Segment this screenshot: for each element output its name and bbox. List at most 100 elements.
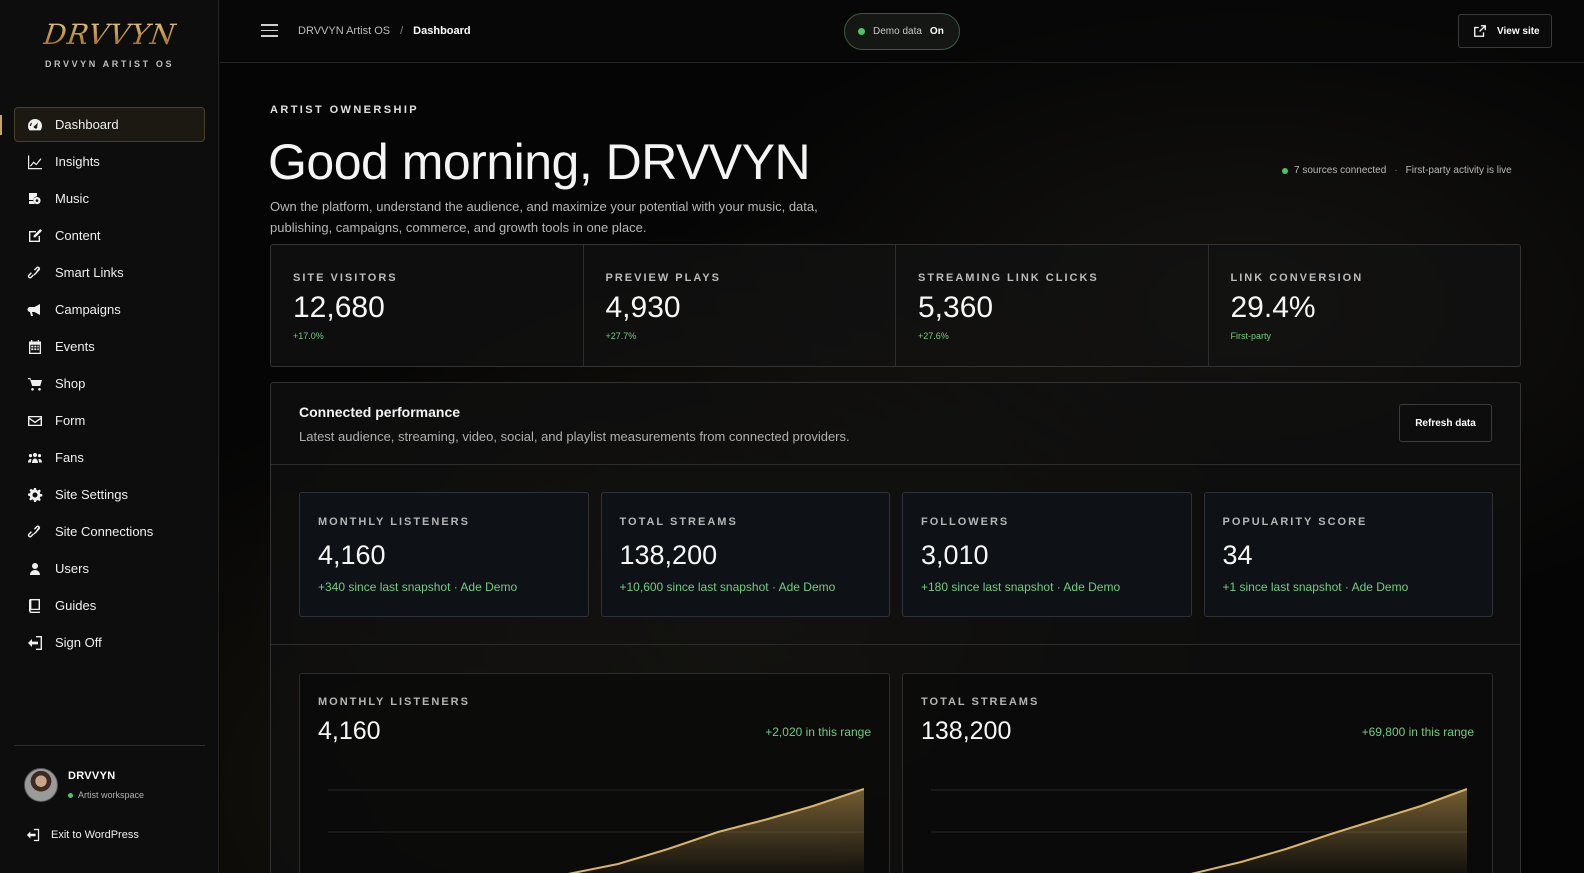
insights-icon	[27, 154, 43, 170]
demo-label: Demo data	[873, 26, 922, 37]
hero-eyebrow: ARTIST OWNERSHIP	[270, 104, 420, 116]
panel-subtitle: Latest audience, streaming, video, socia…	[299, 429, 850, 444]
user-card[interactable]: DRVVYN Artist workspace	[24, 768, 144, 802]
metric-label: MONTHLY LISTENERS	[318, 516, 470, 528]
sidebar-item-label: Sign Off	[55, 635, 102, 650]
chart-value: 138,200	[921, 717, 1012, 745]
sources-connected: 7 sources connected	[1294, 165, 1387, 176]
kpi-value: 5,360	[918, 291, 994, 324]
chart-range-delta: +69,800 in this range	[1361, 725, 1474, 739]
book-icon	[27, 598, 43, 614]
exit-to-wordpress-link[interactable]: Exit to WordPress	[26, 828, 139, 842]
metric-label: FOLLOWERS	[921, 516, 1010, 528]
kpi-label: SITE VISITORS	[293, 272, 398, 284]
refresh-data-button[interactable]: Refresh data	[1399, 404, 1492, 442]
connected-performance-panel: Connected performance Latest audience, s…	[270, 382, 1521, 873]
main-content: DRVVYN Artist OS / Dashboard Demo data O…	[220, 0, 1584, 873]
kpi-delta: +27.7%	[605, 331, 637, 341]
metric-label: POPULARITY SCORE	[1222, 516, 1368, 528]
kpi-label: STREAMING LINK CLICKS	[918, 272, 1099, 284]
dashboard-icon	[27, 117, 43, 133]
user-role: Artist workspace	[68, 790, 144, 800]
area-chart-monthly-listeners	[328, 788, 864, 873]
sidebar-item-dashboard[interactable]: Dashboard	[14, 107, 205, 142]
chart-range-delta: +2,020 in this range	[765, 725, 871, 739]
kpi-delta: +27.6%	[918, 331, 949, 341]
menu-toggle-icon[interactable]	[261, 24, 278, 38]
page-title: Good morning, DRVVYN	[268, 134, 811, 190]
kpi-label: PREVIEW PLAYS	[605, 272, 721, 284]
kpi-link-conversion: LINK CONVERSION 29.4% First-party	[1209, 245, 1521, 366]
panel-header: Connected performance Latest audience, s…	[271, 383, 1520, 465]
view-site-button[interactable]: View site	[1458, 14, 1552, 48]
sidebar-item-form[interactable]: Form	[14, 403, 205, 438]
activity-status: First-party activity is live	[1405, 165, 1512, 176]
sidebar-item-sign-off[interactable]: Sign Off	[14, 625, 205, 660]
metric-cards: MONTHLY LISTENERS 4,160 +340 since last …	[299, 492, 1493, 617]
status-dot-icon	[1282, 167, 1288, 174]
sidebar-item-events[interactable]: Events	[14, 329, 205, 364]
sidebar-item-label: Dashboard	[55, 117, 119, 132]
kpi-delta: +17.0%	[293, 331, 324, 341]
sidebar-item-label: Events	[55, 339, 95, 354]
music-icon	[27, 191, 43, 207]
mail-icon	[27, 413, 43, 429]
chart-card-total-streams: TOTAL STREAMS 138,200 +69,800 in this ra…	[902, 673, 1493, 873]
chart-label: TOTAL STREAMS	[921, 696, 1040, 708]
topbar: DRVVYN Artist OS / Dashboard Demo data O…	[220, 0, 1584, 63]
brand-logo[interactable]: DRVVYN	[41, 18, 178, 51]
sidebar-item-label: Guides	[55, 598, 97, 613]
sidebar-item-label: Fans	[55, 450, 84, 465]
chart-card-monthly-listeners: MONTHLY LISTENERS 4,160 +2,020 in this r…	[299, 673, 890, 873]
connection-status: 7 sources connected · First-party activi…	[1282, 165, 1512, 176]
sidebar-item-content[interactable]: Content	[14, 218, 205, 253]
kpi-streaming-link-clicks: STREAMING LINK CLICKS 5,360 +27.6%	[896, 245, 1209, 366]
breadcrumb-root[interactable]: DRVVYN Artist OS	[298, 25, 390, 37]
sidebar-item-shop[interactable]: Shop	[14, 366, 205, 401]
breadcrumb-separator: /	[400, 25, 404, 37]
sidebar-item-smart-links[interactable]: Smart Links	[14, 255, 205, 290]
sidebar-item-label: Campaigns	[55, 302, 121, 317]
trend-charts: MONTHLY LISTENERS 4,160 +2,020 in this r…	[299, 673, 1493, 873]
sidebar-item-insights[interactable]: Insights	[14, 144, 205, 179]
metric-value: 4,160	[318, 540, 386, 570]
kpi-site-visitors: SITE VISITORS 12,680 +17.0%	[271, 245, 584, 366]
view-site-label: View site	[1497, 25, 1540, 37]
hero-intro: Own the platform, understand the audienc…	[270, 199, 818, 235]
chart-area	[1195, 789, 1467, 873]
sidebar-item-label: Content	[55, 228, 101, 243]
megaphone-icon	[27, 302, 43, 318]
chart-label: MONTHLY LISTENERS	[318, 696, 470, 708]
demo-data-toggle[interactable]: Demo data On	[844, 13, 960, 50]
metric-delta: +340 since last snapshot · Ade Demo	[318, 580, 518, 594]
link-icon	[27, 524, 43, 540]
metric-delta: +1 since last snapshot · Ade Demo	[1222, 580, 1409, 594]
metric-card-followers: FOLLOWERS 3,010 +180 since last snapshot…	[902, 492, 1192, 617]
sidebar-item-label: Insights	[55, 154, 100, 169]
breadcrumb-current: Dashboard	[413, 25, 471, 37]
user-name: DRVVYN	[68, 770, 116, 782]
kpi-value: 29.4%	[1230, 291, 1316, 324]
online-status-icon	[68, 792, 73, 798]
external-link-icon	[1474, 25, 1486, 37]
sidebar-item-guides[interactable]: Guides	[14, 588, 205, 623]
sidebar-item-site-settings[interactable]: Site Settings	[14, 477, 205, 512]
sidebar-item-label: Music	[55, 191, 89, 206]
user-icon	[27, 561, 43, 577]
kpi-preview-plays: PREVIEW PLAYS 4,930 +27.7%	[584, 245, 896, 366]
content-icon	[27, 228, 43, 244]
kpi-value: 4,930	[605, 291, 681, 324]
sign-out-icon	[26, 828, 40, 842]
metric-label: TOTAL STREAMS	[619, 516, 738, 528]
nav-active-indicator	[0, 115, 2, 135]
sidebar-item-music[interactable]: Music	[14, 181, 205, 216]
brand-subtitle: DRVVYN ARTIST OS	[44, 59, 175, 69]
sidebar-item-site-connections[interactable]: Site Connections	[14, 514, 205, 549]
sidebar-item-campaigns[interactable]: Campaigns	[14, 292, 205, 327]
kpi-value: 12,680	[293, 291, 385, 324]
exit-label: Exit to WordPress	[51, 829, 139, 841]
breadcrumb: DRVVYN Artist OS / Dashboard	[298, 25, 471, 37]
calendar-icon	[27, 339, 43, 355]
sidebar-item-fans[interactable]: Fans	[14, 440, 205, 475]
sidebar-item-users[interactable]: Users	[14, 551, 205, 586]
